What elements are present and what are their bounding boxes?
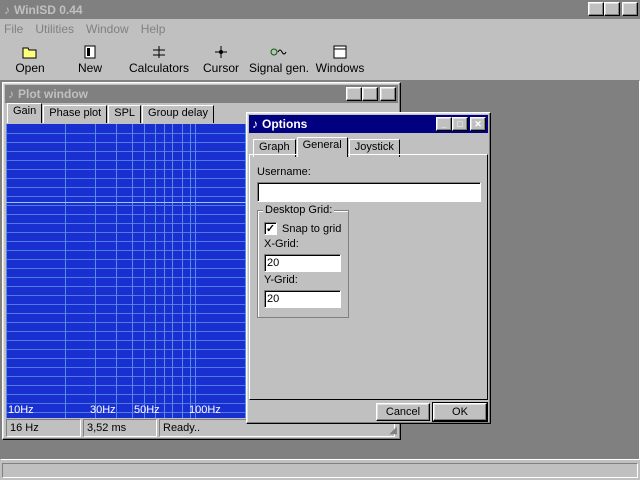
tab-general[interactable]: General	[296, 137, 348, 157]
plot-window-title: Plot window	[18, 87, 88, 101]
snap-to-grid-checkbox[interactable]: ✓ Snap to grid	[264, 222, 341, 235]
calculators-button[interactable]: Calculators	[120, 40, 198, 75]
options-maximize-button[interactable]: □	[452, 117, 468, 131]
options-icon: ♪	[252, 117, 258, 131]
x-tick-50hz: 50Hz	[134, 404, 160, 416]
x-tick-10hz: 10Hz	[8, 404, 34, 416]
grid-vline	[190, 124, 191, 418]
grid-vline	[132, 124, 133, 418]
plot-window-icon: ♪	[8, 87, 14, 101]
tab-group-delay[interactable]: Group delay	[142, 105, 214, 123]
ygrid-label: Y-Grid:	[264, 274, 298, 286]
minimize-button[interactable]: _	[588, 2, 604, 16]
username-label: Username:	[257, 166, 311, 178]
tab-phase-plot[interactable]: Phase plot	[43, 105, 108, 123]
grid-vline	[195, 124, 196, 418]
restore-button[interactable]: ❐	[604, 2, 620, 16]
app-title-bar: ♪ WinISD 0.44 _ ❐ ✕	[0, 0, 640, 19]
windows-label: Windows	[315, 61, 365, 75]
open-button[interactable]: Open	[0, 40, 60, 75]
snap-label: Snap to grid	[282, 222, 342, 235]
grid-vline	[95, 124, 96, 418]
main-status-panel	[2, 463, 638, 478]
cancel-button[interactable]: Cancel	[376, 403, 430, 421]
main-status-bar	[0, 461, 640, 480]
xgrid-input[interactable]	[264, 254, 341, 272]
menu-file[interactable]: File	[4, 22, 23, 36]
ygrid-input[interactable]	[264, 290, 341, 308]
grid-vline	[144, 124, 145, 418]
tab-spl[interactable]: SPL	[108, 105, 142, 123]
tab-gain[interactable]: Gain	[7, 103, 43, 123]
plot-minimize-button[interactable]: _	[346, 87, 362, 101]
grid-vline	[155, 124, 156, 418]
xgrid-label: X-Grid:	[264, 238, 299, 250]
grid-vline	[164, 124, 165, 418]
options-title-bar[interactable]: ♪ Options _ □ ✕	[249, 115, 488, 133]
size-grip-icon[interactable]: ◢	[389, 425, 397, 436]
options-dialog: ♪ Options _ □ ✕ Graph General Joystick U…	[246, 112, 491, 424]
calculator-icon	[151, 43, 167, 61]
new-label: New	[77, 61, 102, 75]
open-label: Open	[15, 61, 45, 75]
signal-gen-button[interactable]: Signal gen.	[244, 40, 314, 75]
folder-open-icon	[22, 43, 38, 61]
snap-check-icon: ✓	[264, 222, 277, 235]
plot-close-button[interactable]: ✕	[380, 87, 396, 101]
general-panel: Username: Desktop Grid: ✓ Snap to grid X…	[249, 154, 488, 400]
grid-vline	[6, 124, 7, 418]
new-button[interactable]: New	[60, 40, 120, 75]
grid-vline	[65, 124, 66, 418]
signal-gen-label: Signal gen.	[248, 61, 310, 75]
x-tick-100hz: 100Hz	[189, 404, 221, 416]
ok-button[interactable]: OK	[432, 402, 488, 422]
plot-window-title-bar[interactable]: ♪ Plot window _ □ ✕	[5, 85, 398, 103]
grid-vline	[172, 124, 173, 418]
windows-icon	[333, 43, 347, 61]
username-input[interactable]	[257, 182, 481, 202]
options-close-button[interactable]: ✕	[470, 117, 486, 131]
windows-button[interactable]: Windows	[314, 40, 366, 75]
menu-utilities[interactable]: Utilities	[35, 22, 74, 36]
app-icon: ♪	[4, 2, 10, 17]
crosshair-icon	[214, 43, 228, 61]
grid-vline	[182, 124, 183, 418]
options-title: Options	[262, 117, 308, 131]
menu-help[interactable]: Help	[141, 22, 166, 36]
desktop-grid-label: Desktop Grid:	[263, 204, 335, 216]
menu-bar: File Utilities Window Help	[0, 19, 640, 39]
menu-window[interactable]: Window	[86, 22, 129, 36]
plot-maximize-button[interactable]: □	[362, 87, 378, 101]
grid-vline	[116, 124, 117, 418]
status-time: 3,52 ms	[83, 419, 157, 437]
cursor-button[interactable]: Cursor	[198, 40, 244, 75]
status-frequency: 16 Hz	[6, 419, 81, 437]
x-tick-30hz: 30Hz	[90, 404, 116, 416]
close-button[interactable]: ✕	[622, 2, 638, 16]
app-title: WinISD 0.44	[14, 2, 83, 17]
calculators-label: Calculators	[128, 61, 190, 75]
cursor-label: Cursor	[202, 61, 239, 75]
signal-generator-icon	[270, 43, 288, 61]
options-minimize-button[interactable]: _	[436, 117, 452, 131]
toolbar: Open New Calculators Cursor Signal gen. …	[0, 40, 640, 78]
new-document-icon	[84, 43, 96, 61]
